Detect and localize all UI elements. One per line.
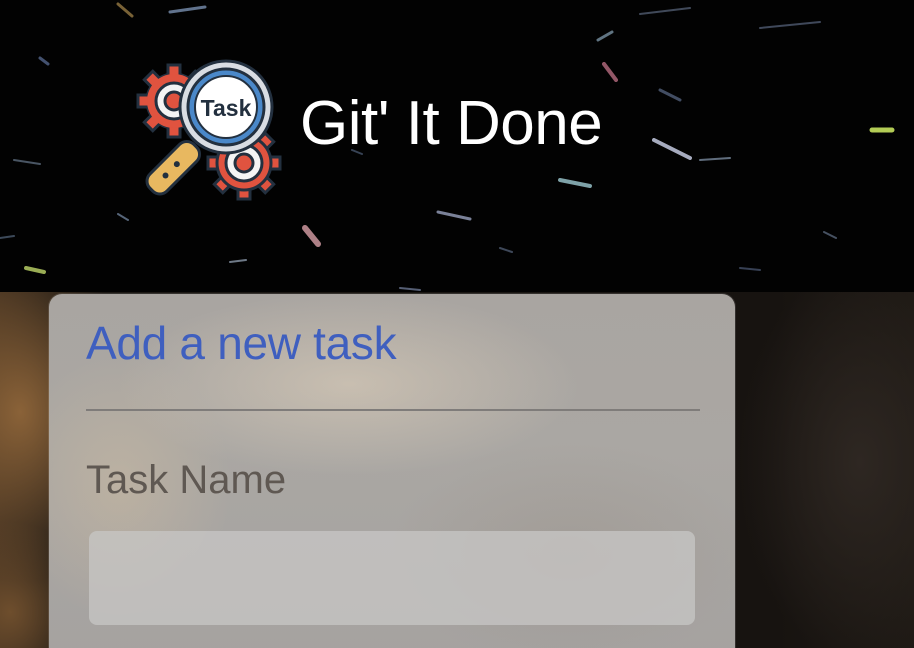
card-title: Add a new task (86, 317, 397, 369)
site-header: Task Git' It Done (0, 0, 914, 292)
title-divider (86, 409, 700, 411)
task-name-input[interactable] (89, 531, 695, 625)
page: Task Git' It Done Add a new task Task Na… (0, 0, 914, 648)
brand[interactable]: Task Git' It Done (136, 50, 603, 201)
task-name-label: Task Name (86, 458, 287, 502)
logo-badge-text: Task (201, 95, 252, 121)
add-task-form: Add a new task Task Name (49, 294, 735, 648)
app-title: Git' It Done (300, 88, 603, 158)
magnifier-gears-logo-icon: Task (136, 59, 282, 201)
add-task-card: Add a new task Task Name (48, 293, 736, 648)
